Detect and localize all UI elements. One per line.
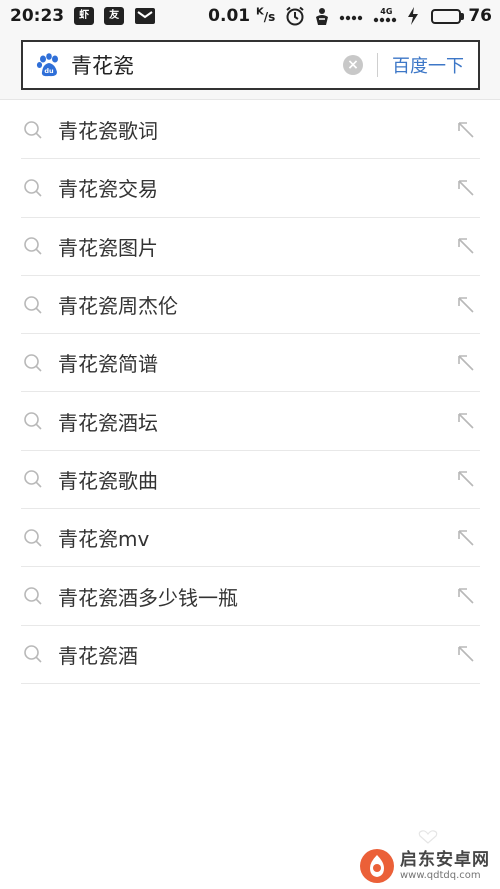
battery-icon (431, 8, 465, 24)
suggestion-text: 青花瓷酒多少钱一瓶 (58, 585, 238, 610)
network-speed: 0.01 K/s (208, 6, 276, 26)
fill-query-arrow-icon[interactable] (456, 411, 476, 431)
app-notification-icon: 虾 (74, 7, 95, 25)
suggestion-text: 青花瓷歌曲 (58, 468, 158, 493)
suggestion-item[interactable]: 青花瓷歌曲 (21, 451, 480, 510)
suggestion-text: 青花瓷酒坛 (58, 410, 158, 435)
search-input[interactable] (71, 45, 343, 85)
watermark-text: 启东安卓网 www.qdtdq.com (400, 851, 490, 881)
suggestion-text: 青花瓷简谱 (58, 352, 158, 377)
network-type-label: 4G (380, 7, 393, 16)
search-icon (23, 644, 43, 664)
suggestion-list: 青花瓷歌词青花瓷交易青花瓷图片青花瓷周杰伦 青花瓷简谱青花瓷酒坛青花瓷歌曲青花瓷m… (0, 101, 500, 684)
search-box[interactable]: du × 百度一下 (21, 40, 480, 90)
fill-query-arrow-icon[interactable] (456, 120, 476, 140)
search-icon (23, 353, 43, 373)
fill-query-arrow-icon[interactable] (456, 353, 476, 373)
search-button[interactable]: 百度一下 (378, 42, 478, 88)
suggestion-text: 青花瓷歌词 (58, 119, 158, 144)
battery-level: 76 (468, 6, 492, 26)
search-header: du × 百度一下 (0, 32, 500, 100)
suggestion-text: 青花瓷酒 (58, 643, 138, 668)
notification-icon (313, 5, 331, 27)
status-bar-right: 0.01 K/s 4G 76 (208, 5, 492, 27)
suggestion-item[interactable]: 青花瓷酒 (21, 626, 480, 684)
suggestion-item[interactable]: 青花瓷图片 (21, 218, 480, 276)
search-icon (23, 586, 43, 606)
search-icon (23, 120, 43, 140)
app-notification-icon: 友 (104, 7, 125, 25)
signal-icon (339, 11, 365, 21)
status-time: 20:23 (10, 6, 65, 26)
search-icon (23, 178, 43, 198)
search-icon (23, 469, 43, 489)
alarm-icon (285, 6, 305, 26)
fill-query-arrow-icon[interactable] (456, 469, 476, 489)
search-icon (23, 236, 43, 256)
baidu-paw-icon: du (35, 51, 63, 79)
suggestion-item[interactable]: 青花瓷mv (21, 509, 480, 568)
suggestion-item[interactable]: 青花瓷酒多少钱一瓶 (21, 567, 480, 626)
suggestion-item[interactable]: 青花瓷歌词 (21, 101, 480, 160)
heart-mark-icon (418, 830, 438, 844)
search-icon (23, 295, 43, 315)
search-icon (23, 411, 43, 431)
svg-text:du: du (44, 67, 54, 75)
fill-query-arrow-icon[interactable] (456, 178, 476, 198)
search-icon (23, 528, 43, 548)
battery-tip (461, 12, 465, 20)
fill-query-arrow-icon[interactable] (456, 528, 476, 548)
watermark-name: 启东安卓网 (400, 850, 490, 871)
charging-icon (407, 7, 419, 25)
watermark-logo-icon (360, 849, 394, 883)
battery-body (431, 8, 462, 24)
suggestion-text: 青花瓷交易 (58, 177, 158, 202)
suggestion-item[interactable]: 青花瓷简谱 (21, 334, 480, 393)
fill-query-arrow-icon[interactable] (456, 236, 476, 256)
fill-query-arrow-icon[interactable] (456, 586, 476, 606)
watermark: 启东安卓网 www.qdtdq.com (360, 849, 490, 883)
fill-query-arrow-icon[interactable] (456, 295, 476, 315)
watermark-url: www.qdtdq.com (400, 869, 481, 881)
status-bar: 20:23 虾 友 0.01 K/s 4G 76 (0, 0, 500, 32)
clear-icon[interactable]: × (343, 55, 363, 75)
signal-4g-icon: 4G (373, 8, 399, 24)
suggestion-text: 青花瓷周杰伦 (58, 294, 178, 319)
suggestion-text: 青花瓷mv (58, 527, 150, 552)
suggestion-text: 青花瓷图片 (58, 235, 158, 260)
suggestion-item[interactable]: 青花瓷酒坛 (21, 392, 480, 451)
status-bar-left: 20:23 虾 友 (10, 6, 164, 26)
suggestion-item[interactable]: 青花瓷交易 (21, 159, 480, 218)
message-icon (134, 7, 156, 25)
fill-query-arrow-icon[interactable] (456, 644, 476, 664)
suggestion-item[interactable]: 青花瓷周杰伦 (21, 276, 480, 335)
